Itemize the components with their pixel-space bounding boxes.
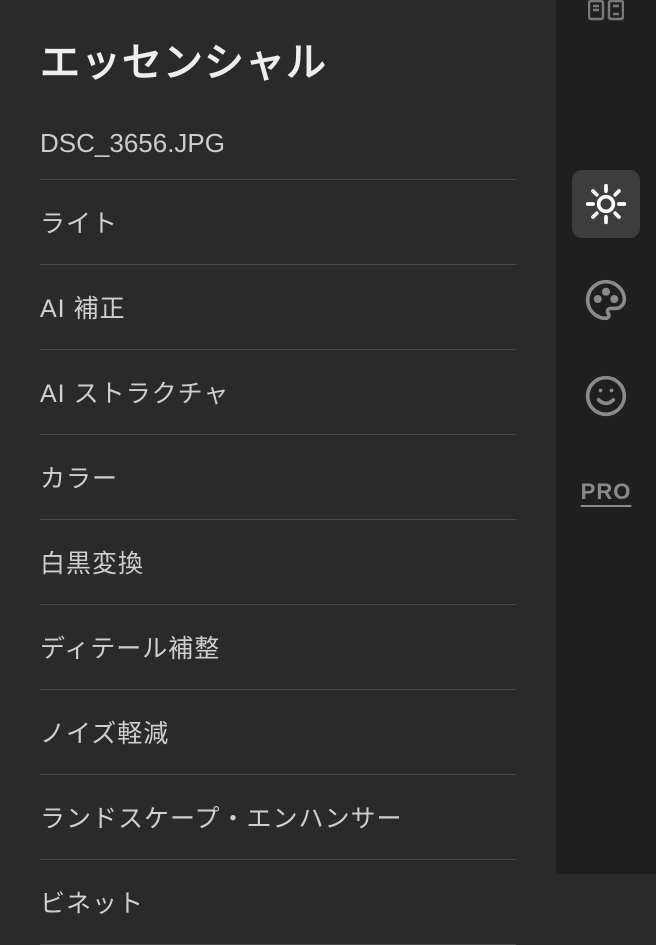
tool-list: ライト AI 補正 AI ストラクチャ カラー 白黒変換 ディテール補整 ノイズ…	[40, 180, 516, 945]
pro-tab-icon[interactable]: PRO	[572, 458, 640, 526]
tool-item-landscape-enhancer[interactable]: ランドスケープ・エンハンサー	[40, 775, 516, 860]
right-sidebar: PRO	[556, 0, 656, 874]
pro-label: PRO	[581, 479, 632, 505]
tool-item-bw-convert[interactable]: 白黒変換	[40, 520, 516, 605]
filename-label: DSC_3656.JPG	[40, 128, 516, 180]
sidebar-icon-group: PRO	[572, 150, 640, 526]
essentials-panel: エッセンシャル DSC_3656.JPG ライト AI 補正 AI ストラクチャ…	[0, 0, 556, 874]
essentials-tab-icon[interactable]	[572, 170, 640, 238]
tool-item-light[interactable]: ライト	[40, 180, 516, 265]
sidebar-top-section	[556, 0, 656, 150]
portrait-tab-icon[interactable]	[572, 362, 640, 430]
tool-item-color[interactable]: カラー	[40, 435, 516, 520]
tool-item-vignette[interactable]: ビネット	[40, 860, 516, 945]
tool-item-ai-correction[interactable]: AI 補正	[40, 265, 516, 350]
crop-compare-icon[interactable]	[588, 0, 624, 29]
tool-item-ai-structure[interactable]: AI ストラクチャ	[40, 350, 516, 435]
tool-item-detail-adjust[interactable]: ディテール補整	[40, 605, 516, 690]
tool-item-noise-reduction[interactable]: ノイズ軽減	[40, 690, 516, 775]
panel-title: エッセンシャル	[40, 30, 556, 88]
creative-tab-icon[interactable]	[572, 266, 640, 334]
